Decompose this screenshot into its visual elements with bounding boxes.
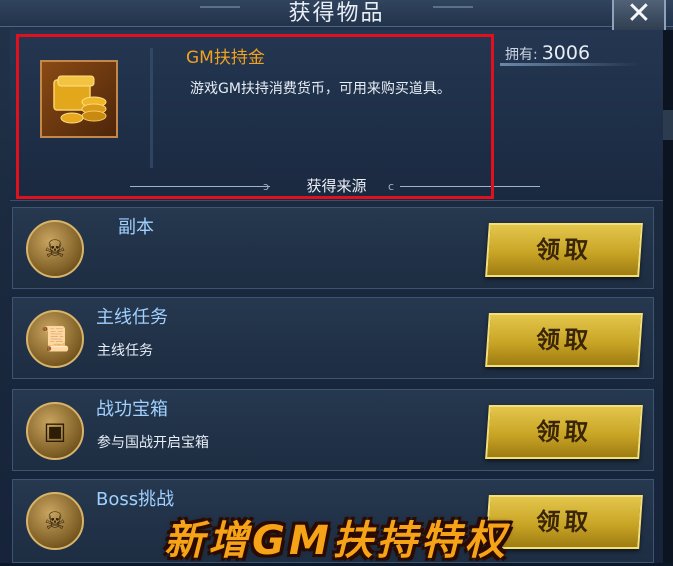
source-subtitle: 参与国战开启宝箱: [97, 435, 209, 451]
source-row-merit-chest: ▣ 战功宝箱 参与国战开启宝箱 领取: [12, 389, 654, 471]
background-panel-edge: [663, 30, 673, 563]
source-subtitle: 主线任务: [97, 343, 153, 359]
claim-button[interactable]: 领取: [485, 223, 643, 277]
skull-emblem-icon: ☠: [26, 220, 84, 278]
source-row-main-quest: 📜 主线任务 主线任务 领取: [12, 297, 654, 379]
item-acquire-panel: 获得物品 ✕ GM扶持金 游戏GM扶持消费货币，可用来购买道具。 拥有: 3006…: [0, 0, 673, 564]
owned-count: 拥有: 3006: [505, 42, 590, 64]
source-title-label: 战功宝箱: [96, 399, 168, 420]
highlight-box: [16, 34, 494, 199]
chest-icon: ▣: [26, 402, 84, 460]
title-bar: 获得物品: [0, 0, 673, 27]
scroll-icon: 📜: [26, 310, 84, 368]
window-title: 获得物品: [288, 1, 385, 26]
claim-button[interactable]: 领取: [485, 405, 643, 459]
background-tab: [663, 110, 673, 140]
owned-underline: [500, 63, 640, 66]
promo-banner: 新增GM扶持特权: [164, 518, 509, 564]
owned-value: 3006: [541, 42, 591, 64]
source-title-label: 副本: [118, 217, 154, 238]
source-title-label: 主线任务: [96, 307, 168, 328]
owned-label: 拥有:: [505, 47, 538, 63]
source-row-dungeon: ☠ 副本 领取: [12, 207, 654, 289]
claim-button[interactable]: 领取: [485, 313, 643, 367]
